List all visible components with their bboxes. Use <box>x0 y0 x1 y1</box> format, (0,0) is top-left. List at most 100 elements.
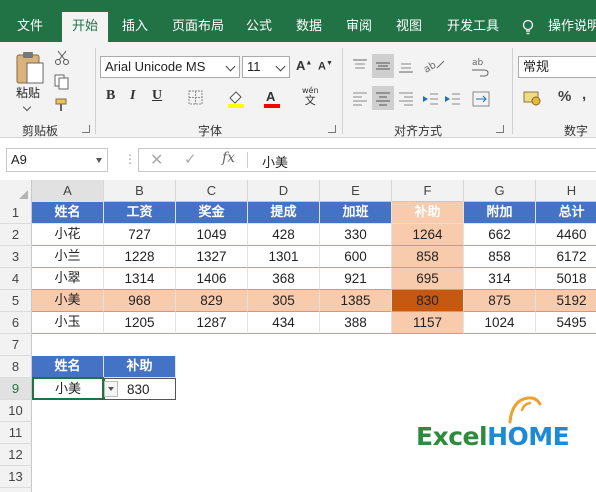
table-header-cell[interactable]: 加班 <box>320 202 392 224</box>
table-cell[interactable]: 695 <box>392 268 464 290</box>
align-center-icon[interactable] <box>372 86 394 110</box>
tab-insert[interactable]: 插入 <box>116 12 154 42</box>
table-cell[interactable]: 1205 <box>104 312 176 334</box>
fill-color-icon[interactable] <box>226 88 246 108</box>
italic-button[interactable]: I <box>130 88 135 104</box>
table-header-cell[interactable]: 工资 <box>104 202 176 224</box>
table-cell[interactable]: 1024 <box>464 312 536 334</box>
tab-formulas[interactable]: 公式 <box>240 12 278 42</box>
row-header-4[interactable]: 4 <box>0 268 32 290</box>
lookup-header-cell[interactable]: 姓名 <box>32 356 104 378</box>
table-cell[interactable]: 5495 <box>536 312 596 334</box>
table-cell[interactable]: 4460 <box>536 224 596 246</box>
comma-style-icon[interactable]: , <box>582 86 586 103</box>
column-header-g[interactable]: G <box>464 180 536 202</box>
table-cell[interactable]: 1264 <box>392 224 464 246</box>
tab-developer[interactable]: 开发工具 <box>442 12 504 42</box>
clipboard-launcher-icon[interactable] <box>82 125 90 133</box>
tab-home[interactable]: 开始 <box>62 12 108 42</box>
table-cell[interactable]: 1049 <box>176 224 248 246</box>
table-header-cell[interactable]: 附加 <box>464 202 536 224</box>
table-header-cell[interactable]: 提成 <box>248 202 320 224</box>
font-launcher-icon[interactable] <box>328 125 336 133</box>
font-size-combo[interactable]: 11 <box>242 56 290 78</box>
table-cell[interactable]: 5192 <box>536 290 596 312</box>
table-cell[interactable]: 6172 <box>536 246 596 268</box>
lookup-header-cell[interactable]: 补助 <box>104 356 176 378</box>
align-top-icon[interactable] <box>350 56 370 76</box>
table-header-cell[interactable]: 奖金 <box>176 202 248 224</box>
font-color-icon[interactable]: A <box>262 88 282 108</box>
column-header-f[interactable]: F <box>392 180 464 202</box>
wrap-text-icon[interactable]: ab <box>470 56 490 78</box>
chevron-down-icon[interactable] <box>96 158 102 163</box>
table-cell[interactable]: 小翠 <box>32 268 104 290</box>
table-cell[interactable]: 434 <box>248 312 320 334</box>
row-header-1[interactable]: 1 <box>0 202 32 224</box>
table-cell[interactable]: 858 <box>464 246 536 268</box>
tab-file[interactable]: 文件 <box>10 12 50 42</box>
table-cell[interactable]: 830 <box>392 290 464 312</box>
row-header-9[interactable]: 9 <box>0 378 32 400</box>
alignment-launcher-icon[interactable] <box>496 125 504 133</box>
enter-icon[interactable]: ✓ <box>184 150 197 168</box>
table-cell[interactable]: 1385 <box>320 290 392 312</box>
phonetic-guide-button[interactable]: wén 文 <box>302 86 319 106</box>
accounting-format-icon[interactable] <box>522 88 548 108</box>
decrease-font-size-icon[interactable]: A▼ <box>318 60 333 73</box>
table-cell[interactable]: 小玉 <box>32 312 104 334</box>
table-cell[interactable]: 1327 <box>176 246 248 268</box>
format-painter-icon[interactable] <box>54 97 70 113</box>
merge-center-icon[interactable] <box>472 90 494 108</box>
align-right-icon[interactable] <box>396 90 416 108</box>
table-cell[interactable]: 600 <box>320 246 392 268</box>
paste-label[interactable]: 粘贴 <box>16 84 40 101</box>
column-header-b[interactable]: B <box>104 180 176 202</box>
borders-icon[interactable] <box>188 90 206 106</box>
table-cell[interactable]: 1287 <box>176 312 248 334</box>
table-cell[interactable]: 368 <box>248 268 320 290</box>
table-cell[interactable]: 858 <box>392 246 464 268</box>
tab-review[interactable]: 审阅 <box>340 12 378 42</box>
table-cell[interactable]: 1157 <box>392 312 464 334</box>
row-header-6[interactable]: 6 <box>0 312 32 334</box>
decrease-indent-icon[interactable] <box>420 90 440 108</box>
tab-view[interactable]: 视图 <box>390 12 428 42</box>
paste-icon[interactable] <box>14 50 46 86</box>
table-cell[interactable]: 921 <box>320 268 392 290</box>
table-cell[interactable]: 829 <box>176 290 248 312</box>
table-cell[interactable]: 小美 <box>32 290 104 312</box>
table-header-cell[interactable]: 总计 <box>536 202 596 224</box>
row-header-2[interactable]: 2 <box>0 224 32 246</box>
table-cell[interactable]: 305 <box>248 290 320 312</box>
table-cell[interactable]: 小兰 <box>32 246 104 268</box>
table-cell[interactable]: 1406 <box>176 268 248 290</box>
select-all-button[interactable] <box>0 180 32 202</box>
formula-input[interactable] <box>138 148 596 172</box>
column-header-c[interactable]: C <box>176 180 248 202</box>
table-cell[interactable]: 1228 <box>104 246 176 268</box>
table-cell[interactable]: 428 <box>248 224 320 246</box>
table-cell[interactable]: 5018 <box>536 268 596 290</box>
table-header-cell[interactable]: 补助 <box>392 202 464 224</box>
cut-icon[interactable] <box>54 50 70 66</box>
table-cell[interactable]: 小花 <box>32 224 104 246</box>
tell-me-search[interactable]: 操作说明 <box>548 12 596 42</box>
table-cell[interactable]: 1301 <box>248 246 320 268</box>
table-cell[interactable]: 727 <box>104 224 176 246</box>
align-left-icon[interactable] <box>350 90 370 108</box>
number-format-combo[interactable]: 常规 <box>518 56 596 78</box>
align-middle-icon[interactable] <box>372 54 394 78</box>
align-bottom-icon[interactable] <box>396 56 416 76</box>
percent-style-icon[interactable]: % <box>558 88 571 105</box>
column-header-a[interactable]: A <box>32 180 104 202</box>
table-cell[interactable]: 968 <box>104 290 176 312</box>
row-header-13[interactable]: 13 <box>0 466 32 488</box>
table-cell[interactable]: 662 <box>464 224 536 246</box>
copy-icon[interactable] <box>54 74 70 90</box>
table-cell[interactable]: 330 <box>320 224 392 246</box>
tab-page-layout[interactable]: 页面布局 <box>168 12 228 42</box>
table-cell[interactable]: 314 <box>464 268 536 290</box>
column-header-e[interactable]: E <box>320 180 392 202</box>
row-header-3[interactable]: 3 <box>0 246 32 268</box>
